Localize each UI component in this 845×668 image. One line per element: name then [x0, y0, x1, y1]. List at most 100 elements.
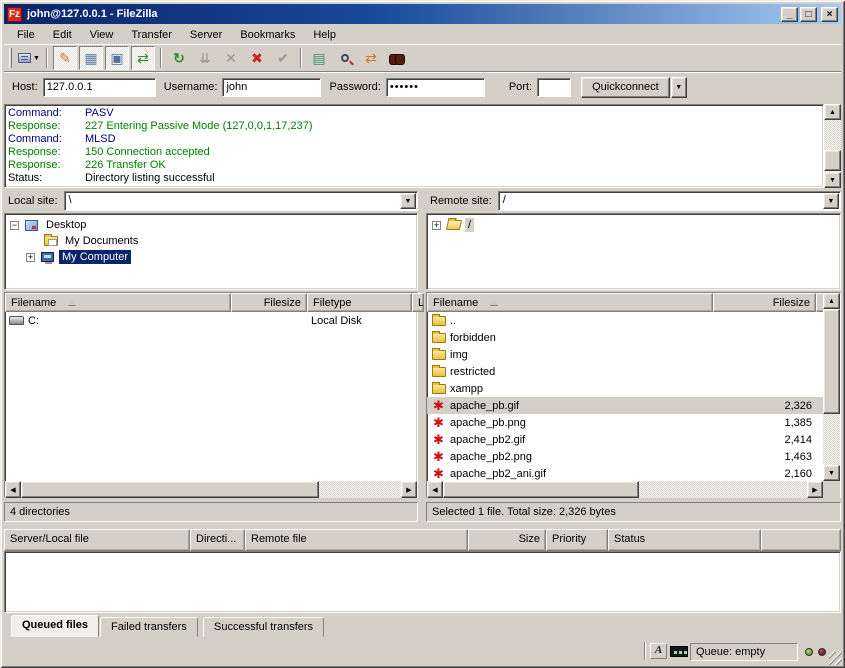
scroll-up-icon[interactable]: ▲: [823, 293, 840, 309]
resize-grip[interactable]: [829, 652, 842, 665]
column-size[interactable]: Size: [468, 529, 546, 551]
quickconnect-bar: Host: Username: Password: Port: Quickcon…: [4, 71, 841, 102]
filter-button[interactable]: [385, 46, 409, 70]
remote-file-row[interactable]: ✱apache_pb2_ani.gif2,160: [427, 465, 823, 482]
remote-status-text: Selected 1 file. Total size: 2,326 bytes: [426, 502, 841, 522]
scrollbar-thumb[interactable]: [824, 150, 841, 171]
menu-file[interactable]: File: [8, 27, 44, 43]
scroll-up-icon[interactable]: ▲: [824, 104, 841, 120]
port-input[interactable]: [537, 78, 571, 97]
column-status[interactable]: Status: [608, 529, 761, 551]
username-input[interactable]: [222, 78, 321, 97]
tab-queued-files[interactable]: Queued files: [11, 615, 99, 637]
remote-site-combobox[interactable]: / ▼: [498, 191, 841, 211]
site-manager-button[interactable]: ▼: [17, 46, 41, 70]
menu-transfer[interactable]: Transfer: [122, 27, 181, 43]
title-bar[interactable]: Fz john@127.0.0.1 - FileZilla _ □ ×: [4, 4, 841, 24]
image-file-icon: ✱: [433, 399, 444, 412]
local-site-label: Local site:: [8, 195, 58, 207]
quickconnect-dropdown-button[interactable]: ▼: [671, 77, 687, 98]
remote-file-row[interactable]: ✱apache_pb2.gif2,414: [427, 431, 823, 448]
column-filename[interactable]: Filename: [5, 293, 231, 312]
local-horizontal-scrollbar[interactable]: ◀ ▶: [5, 481, 417, 498]
remote-file-row[interactable]: xampp: [427, 380, 823, 397]
host-input[interactable]: [43, 78, 156, 97]
menu-view[interactable]: View: [81, 27, 123, 43]
quickconnect-button[interactable]: Quickconnect: [581, 77, 670, 98]
minimize-button[interactable]: _: [781, 7, 798, 22]
expand-icon[interactable]: +: [26, 253, 35, 262]
menu-server[interactable]: Server: [181, 27, 231, 43]
tree-item-desktop[interactable]: − Desktop: [10, 217, 89, 233]
scroll-right-icon[interactable]: ▶: [401, 481, 417, 498]
disconnect-button[interactable]: ✖: [245, 46, 269, 70]
collapse-icon[interactable]: −: [10, 221, 19, 230]
remote-file-row[interactable]: restricted: [427, 363, 823, 380]
tree-item-my-documents[interactable]: My Documents: [42, 233, 141, 249]
local-file-row[interactable]: C: Local Disk: [5, 312, 417, 329]
scroll-left-icon[interactable]: ◀: [5, 481, 21, 498]
column-last-modified-truncated[interactable]: L: [412, 293, 424, 312]
transfer-type-indicator-icon[interactable]: A: [650, 643, 667, 659]
local-site-combobox[interactable]: \ ▼: [64, 191, 418, 211]
remote-file-row[interactable]: ✱apache_pb.png1,385: [427, 414, 823, 431]
scrollbar-thumb[interactable]: [21, 481, 319, 498]
remote-file-row[interactable]: ✱apache_pb2.png1,463: [427, 448, 823, 465]
remote-file-row-selected[interactable]: ✱apache_pb.gif2,326: [427, 397, 823, 414]
process-queue-button[interactable]: ⇊: [193, 46, 217, 70]
synchronized-browsing-button[interactable]: ⇄: [359, 46, 383, 70]
remote-file-row[interactable]: ..: [427, 312, 823, 329]
toggle-message-log-button[interactable]: ✎: [53, 46, 77, 70]
scroll-left-icon[interactable]: ◀: [427, 481, 443, 498]
log-scrollbar[interactable]: ▲ ▼: [824, 104, 841, 188]
refresh-button[interactable]: ↻: [167, 46, 191, 70]
tree-item-root[interactable]: + /: [432, 217, 474, 233]
remote-file-row[interactable]: forbidden: [427, 329, 823, 346]
tab-failed-transfers[interactable]: Failed transfers: [100, 617, 198, 637]
column-filesize[interactable]: Filesize: [713, 293, 816, 312]
remote-horizontal-scrollbar[interactable]: ◀ ▶: [427, 481, 823, 498]
remote-vertical-scrollbar[interactable]: ▲ ▼: [823, 293, 840, 481]
password-input[interactable]: [386, 78, 485, 97]
status-bar: A Queue: empty: [4, 640, 841, 664]
scroll-down-icon[interactable]: ▼: [823, 465, 840, 481]
column-filename[interactable]: Filename: [427, 293, 713, 312]
directory-comparison-button[interactable]: ▤: [307, 46, 331, 70]
scroll-down-icon[interactable]: ▼: [824, 172, 841, 188]
scrollbar-thumb[interactable]: [443, 481, 639, 498]
expand-icon[interactable]: +: [432, 221, 441, 230]
site-manager-dropdown-icon[interactable]: ▼: [33, 55, 40, 62]
menu-edit[interactable]: Edit: [44, 27, 81, 43]
column-server-local-file[interactable]: Server/Local file: [4, 529, 190, 551]
toggle-queue-button[interactable]: ⇄: [131, 46, 155, 70]
scrollbar-thumb[interactable]: [823, 309, 840, 414]
column-filetype[interactable]: Filetype: [307, 293, 412, 312]
transfer-queue-list[interactable]: [4, 551, 841, 613]
tab-successful-transfers[interactable]: Successful transfers: [203, 617, 324, 637]
remote-site-dropdown-icon[interactable]: ▼: [823, 193, 839, 209]
menu-help[interactable]: Help: [304, 27, 345, 43]
local-site-dropdown-icon[interactable]: ▼: [400, 193, 416, 209]
toolbar-grip[interactable]: [9, 48, 12, 68]
tree-item-my-computer[interactable]: + My Computer: [26, 249, 131, 265]
column-remote-file[interactable]: Remote file: [245, 529, 468, 551]
scroll-right-icon[interactable]: ▶: [807, 481, 823, 498]
log-line: Response:226 Transfer OK: [5, 159, 823, 172]
speed-indicator-icon[interactable]: [670, 646, 688, 657]
refresh-icon: ↻: [173, 51, 185, 65]
column-priority[interactable]: Priority: [546, 529, 608, 551]
remote-file-row[interactable]: img: [427, 346, 823, 363]
menu-bookmarks[interactable]: Bookmarks: [231, 27, 304, 43]
cancel-operation-button[interactable]: ✕: [219, 46, 243, 70]
column-filesize[interactable]: Filesize: [231, 293, 307, 312]
toggle-local-tree-button[interactable]: ▦: [79, 46, 103, 70]
close-button[interactable]: ×: [821, 7, 838, 22]
drive-icon: [9, 316, 24, 325]
send-led-icon: [818, 648, 826, 656]
reconnect-button[interactable]: ✔: [271, 46, 295, 70]
find-files-button[interactable]: [333, 46, 357, 70]
toggle-remote-tree-button[interactable]: ▣: [105, 46, 129, 70]
queue-status-panel: Queue: empty: [690, 643, 798, 661]
maximize-button[interactable]: □: [800, 7, 817, 22]
column-direction[interactable]: Directi...: [190, 529, 245, 551]
